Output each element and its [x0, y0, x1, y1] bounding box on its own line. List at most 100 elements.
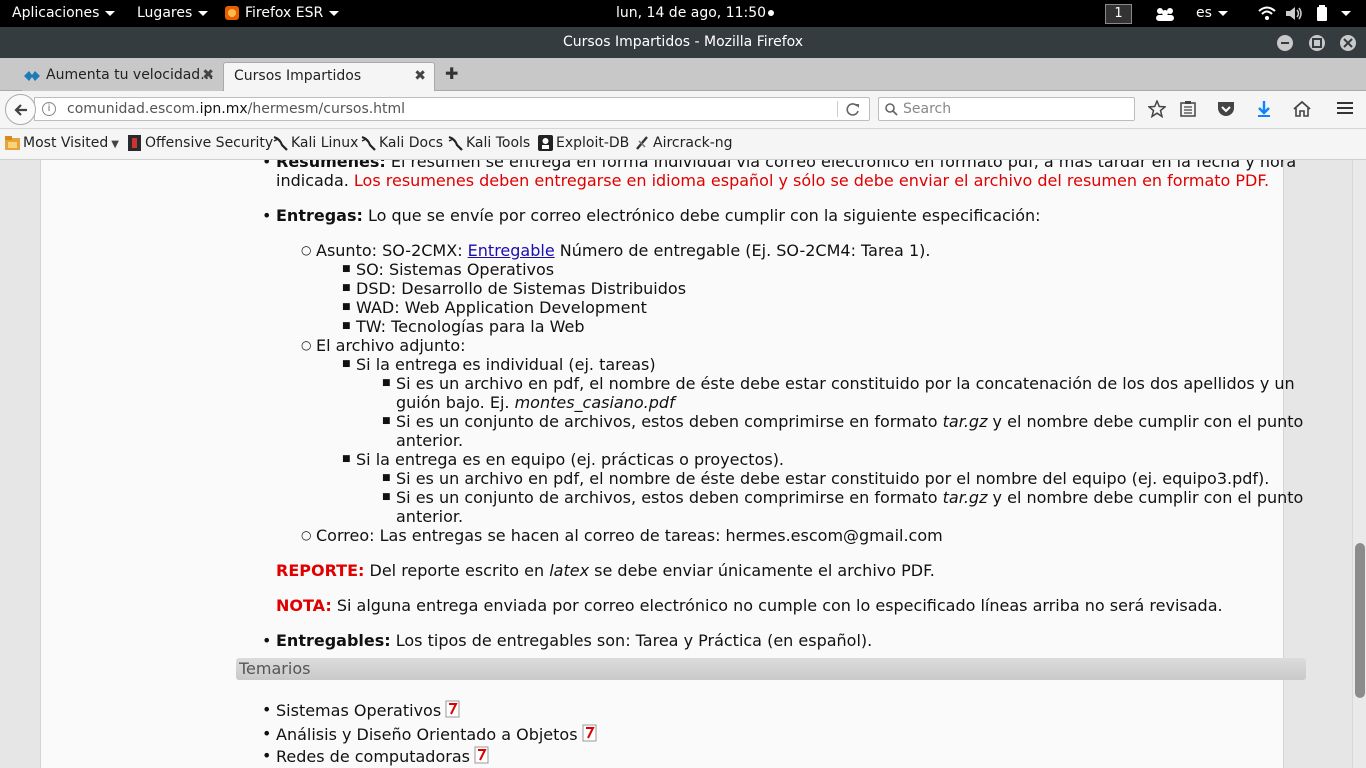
people-icon[interactable]: [1155, 7, 1175, 21]
scrollbar-thumb[interactable]: [1355, 543, 1365, 698]
temario-item: Sistemas Operativos: [262, 700, 461, 720]
chevron-down-icon: [1341, 10, 1351, 16]
gnome-top-bar: Aplicaciones Lugares Firefox ESR lun, 14…: [0, 0, 1366, 27]
list-item-ind-pdf: Si es un archivo en pdf, el nombre de és…: [382, 374, 1295, 393]
workspace-indicator[interactable]: 1: [1105, 0, 1132, 27]
bookmark-kali-linux[interactable]: Kali Linux: [272, 135, 358, 151]
vertical-scrollbar[interactable]: [1352, 160, 1366, 768]
conj-prefix: Si es un conjunto de archivos, estos deb…: [396, 488, 943, 507]
bookmark-exploit-db[interactable]: Exploit-DB: [538, 135, 629, 151]
list-item-individual: Si la entrega es individual (ej. tareas): [342, 355, 656, 374]
tab-aumenta[interactable]: Aumenta tu velocidad... ✖: [22, 62, 222, 91]
tab-strip: Aumenta tu velocidad... ✖ Cursos Imparti…: [0, 58, 1366, 91]
list-item-subject: TW: Tecnologías para la Web: [342, 317, 584, 336]
app-menu[interactable]: Firefox ESR: [225, 0, 340, 27]
workspace-number: 1: [1105, 4, 1132, 24]
bookmark-label: Exploit-DB: [556, 135, 630, 151]
chevron-down-icon: [1217, 10, 1228, 16]
ind-pdf-text: guión bajo. Ej.: [396, 393, 515, 412]
close-icon: [1343, 38, 1353, 48]
offensive-security-icon: [128, 135, 141, 151]
bookmark-label: Aircrack-ng: [653, 135, 733, 151]
url-prefix: comunidad.escom.: [67, 101, 200, 117]
language-menu[interactable]: es: [1196, 0, 1228, 27]
temarios-title: Temarios: [239, 659, 311, 678]
reporte-text-end: se debe enviar únicamente el archivo PDF…: [589, 561, 935, 580]
reporte-label: REPORTE:: [276, 561, 365, 580]
bookmarks-toolbar: Most Visited ▼ Offensive Security Kali Li…: [0, 129, 1366, 160]
url-separator: [837, 101, 838, 117]
maximize-button[interactable]: [1309, 35, 1325, 51]
kali-dragon-icon: [273, 135, 288, 151]
back-button[interactable]: [5, 94, 36, 125]
nota-label: NOTA:: [276, 596, 332, 615]
app-menu-label: Firefox ESR: [245, 5, 324, 21]
search-placeholder: Search: [903, 101, 952, 117]
hamburger-menu-icon[interactable]: [1336, 100, 1354, 116]
window-title: Cursos Impartidos - Mozilla Firefox: [562, 34, 804, 50]
resumenes-label: Resumenes:: [276, 160, 386, 171]
exploit-db-icon: [538, 135, 553, 151]
language-label: es: [1196, 5, 1212, 21]
pdf-icon[interactable]: [582, 724, 598, 742]
close-tab-icon[interactable]: ✖: [202, 62, 214, 89]
conj-prefix: Si es un conjunto de archivos, estos deb…: [396, 412, 943, 431]
reading-list-icon[interactable]: [1180, 100, 1196, 118]
minimize-button[interactable]: [1277, 35, 1293, 51]
conj-suffix: y el nombre debe cumplir con el punto: [987, 412, 1304, 431]
close-tab-icon[interactable]: ✖: [414, 63, 426, 90]
resumenes-line-2: indicada. Los resumenes deben entregarse…: [276, 171, 1269, 190]
window-titlebar: Cursos Impartidos - Mozilla Firefox: [0, 27, 1366, 58]
site-info-icon[interactable]: i: [42, 102, 56, 116]
nota-paragraph: NOTA: Si alguna entrega enviada por corr…: [276, 596, 1223, 615]
ind-pdf-line-2: guión bajo. Ej. montes_casiano.pdf: [396, 393, 675, 412]
asunto-prefix: Asunto: SO-2CMX:: [316, 241, 468, 260]
pdf-icon[interactable]: [445, 700, 461, 718]
temario-label: Sistemas Operativos: [276, 701, 442, 720]
close-window-button[interactable]: [1340, 35, 1356, 51]
places-label: Lugares: [137, 5, 193, 21]
notification-dot-icon: [768, 10, 775, 16]
reporte-paragraph: REPORTE: Del reporte escrito en latex se…: [276, 561, 935, 580]
new-tab-icon[interactable]: ✚: [445, 64, 458, 83]
home-icon[interactable]: [1293, 100, 1311, 118]
wifi-icon[interactable]: [1258, 6, 1276, 20]
url-bar[interactable]: i comunidad.escom.ipn.mx/hermesm/cursos.…: [34, 97, 870, 121]
page-viewport: Resumenes: El resumen se entrega en form…: [0, 160, 1352, 768]
url-domain: ipn.mx: [199, 101, 248, 117]
conj-format: tar.gz: [942, 488, 988, 507]
search-icon: [885, 103, 898, 116]
bookmark-kali-tools[interactable]: Kali Tools: [447, 135, 530, 151]
reload-icon[interactable]: [846, 103, 860, 117]
entregables-text: Los tipos de entregables son: Tarea y Pr…: [390, 631, 873, 650]
volume-icon[interactable]: [1285, 6, 1303, 21]
battery-icon[interactable]: [1316, 5, 1328, 21]
pdf-icon[interactable]: [474, 746, 490, 764]
downloads-icon[interactable]: [1256, 100, 1272, 118]
asunto-suffix: Número de entregable (Ej. SO-2CM4: Tarea…: [554, 241, 931, 260]
tab-cursos-impartidos[interactable]: Cursos Impartidos ✖: [223, 62, 435, 91]
places-menu[interactable]: Lugares: [137, 0, 209, 27]
navigation-bar: i comunidad.escom.ipn.mx/hermesm/cursos.…: [0, 91, 1366, 129]
list-item-correo: Correo: Las entregas se hacen al correo …: [301, 526, 943, 545]
pocket-icon[interactable]: [1217, 100, 1235, 118]
bookmark-most-visited[interactable]: Most Visited ▼: [5, 135, 119, 151]
bookmark-star-icon[interactable]: [1148, 100, 1166, 118]
applications-menu[interactable]: Aplicaciones: [12, 0, 116, 27]
entregable-link[interactable]: Entregable: [468, 241, 555, 260]
chevron-down-icon: [105, 10, 116, 16]
system-menu[interactable]: [1335, 0, 1351, 27]
clock[interactable]: lun, 14 de ago, 11:50: [616, 0, 775, 27]
bookmark-kali-docs[interactable]: Kali Docs: [360, 135, 443, 151]
resumenes-text: El resumen se entrega en forma individua…: [385, 160, 1297, 171]
firefox-icon: [225, 6, 239, 20]
maximize-icon: [1312, 38, 1322, 48]
list-item-subject: DSD: Desarrollo de Sistemas Distribuidos: [342, 279, 686, 298]
kali-dragon-icon: [361, 135, 376, 151]
minimize-icon: [1281, 42, 1289, 44]
tab-label: Aumenta tu velocidad...: [46, 67, 214, 83]
folder-icon: [5, 136, 20, 150]
bookmark-aircrack-ng[interactable]: Aircrack-ng: [635, 135, 733, 151]
bookmark-offensive-security[interactable]: Offensive Security: [127, 135, 273, 151]
search-input[interactable]: Search: [878, 97, 1135, 121]
